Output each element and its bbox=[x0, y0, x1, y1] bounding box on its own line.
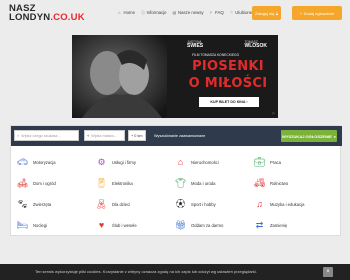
banner-title-line2: O MIŁOŚCI bbox=[188, 76, 268, 91]
category-label: Praca bbox=[270, 160, 281, 165]
category-item[interactable]: 🛋︎ Dom i ogród bbox=[17, 178, 56, 189]
search-button[interactable]: WYSZUKAJ OGŁOSZENIE ⌕ bbox=[281, 130, 337, 142]
add-listing-button[interactable]: + Dodaj ogłoszenie bbox=[292, 6, 342, 20]
site-logo[interactable]: NASZ LONDYN.CO.UK bbox=[9, 4, 85, 23]
lock-icon: 🔒︎ bbox=[275, 10, 278, 16]
briefcase-icon: 💼︎ bbox=[253, 157, 266, 167]
question-icon: ? bbox=[209, 9, 212, 15]
buy-ticket-button[interactable]: KUP BILET DO KINA › bbox=[199, 97, 259, 107]
sofa-icon: 🛋︎ bbox=[16, 178, 29, 188]
nav-favorites[interactable]: ♡ Ulubione bbox=[230, 10, 252, 15]
category-item[interactable]: 🧸︎ Dla dzieci bbox=[96, 199, 130, 210]
heart-icon: ♥ bbox=[98, 220, 105, 230]
category-label: Ślub i wesele bbox=[112, 223, 137, 228]
category-label: Zamienię bbox=[270, 223, 288, 228]
car-icon: 🚗︎ bbox=[16, 157, 29, 167]
home-icon: ⌂ bbox=[118, 9, 121, 15]
logo-line2a: LONDYN bbox=[9, 12, 51, 23]
cookie-bar: Ten serwis wykorzystuje pliki cookies. K… bbox=[0, 264, 350, 280]
nav-faq[interactable]: ? FAQ bbox=[210, 10, 224, 15]
search-input[interactable]: ⌕ Wpisz czego szukasz... bbox=[14, 130, 79, 141]
cookie-text: Ten serwis wykorzystuje pliki cookies. K… bbox=[35, 269, 257, 274]
category-label: Muzyka i edukacja bbox=[270, 202, 305, 207]
nav-info[interactable]: ⓘ Informacje bbox=[141, 10, 167, 15]
category-label: Elektronika bbox=[112, 181, 133, 186]
banner-title-line1: PIOSENKI bbox=[192, 59, 264, 74]
advanced-search-link[interactable]: Wyszukiwanie zaawansowane bbox=[154, 134, 205, 138]
category-label: Moda i uroda bbox=[191, 181, 216, 186]
cookie-close-button[interactable]: × bbox=[323, 267, 333, 277]
music-icon: ♫ bbox=[256, 199, 263, 209]
category-label: Dom i ogród bbox=[33, 181, 56, 186]
tractor-icon: 🚜︎ bbox=[253, 178, 266, 188]
radius-select[interactable]: + 0 km bbox=[128, 130, 146, 141]
shirt-icon: 👕︎ bbox=[174, 178, 187, 188]
category-label: Rolnictwo bbox=[270, 181, 289, 186]
category-item[interactable]: 🎁︎ Oddam za darmo bbox=[174, 220, 224, 231]
search-icon: ⌕ bbox=[17, 133, 20, 138]
category-label: Motoryzacja bbox=[33, 160, 56, 165]
category-item[interactable]: 🚜︎ Rolnictwo bbox=[254, 178, 288, 189]
gift-icon: 🎁︎ bbox=[174, 220, 187, 230]
ball-icon: ⚽︎ bbox=[175, 199, 185, 209]
category-item[interactable]: 🐾︎ Zwierzęta bbox=[17, 199, 51, 210]
category-label: Noclegi bbox=[33, 223, 47, 228]
category-item[interactable]: 📱︎ Elektronika bbox=[96, 178, 133, 189]
category-item[interactable]: 👕︎ Moda i uroda bbox=[174, 178, 216, 189]
film-credit: FILM TOMASZA KONECKIEGO bbox=[192, 53, 240, 57]
category-label: Oddam za darmo bbox=[191, 223, 224, 228]
category-label: Nieruchomości bbox=[191, 160, 219, 165]
search-bar: ⌕ Wpisz czego szukasz... ⌖ Wpisz miasto...… bbox=[11, 126, 342, 146]
category-item[interactable]: ♫ Muzyka i edukacja bbox=[254, 199, 304, 210]
logo-line2b: .CO.UK bbox=[50, 12, 85, 23]
login-button[interactable]: Zaloguj się 🔒︎ bbox=[252, 6, 281, 20]
news-icon: ▤ bbox=[172, 9, 177, 15]
category-label: Zwierzęta bbox=[33, 202, 52, 207]
header: NASZ LONDYN.CO.UK ⌂ Home ⓘ Informacje ▤ Nas… bbox=[0, 0, 350, 30]
banner-photo bbox=[72, 35, 167, 118]
category-item[interactable]: 🚗︎ Motoryzacja bbox=[17, 157, 56, 168]
category-item[interactable]: ⚙ Usługi i firmy bbox=[96, 157, 136, 168]
location-input[interactable]: ⌖ Wpisz miasto... bbox=[84, 130, 125, 141]
gears-icon: ⚙ bbox=[97, 157, 106, 167]
category-label: Usługi i firmy bbox=[112, 160, 136, 165]
swap-icon: ⇄ bbox=[255, 220, 264, 230]
nav-news[interactable]: ▤ Nasze newsy bbox=[173, 10, 204, 15]
category-label: Dla dzieci bbox=[112, 202, 131, 207]
teddy-icon: 🧸︎ bbox=[95, 199, 108, 209]
ad-banner[interactable]: JUSTYNA SWIES TOMASZ WLOSOK FILM TOMASZA K… bbox=[72, 35, 278, 118]
actor2-name: WLOSOK bbox=[244, 43, 268, 49]
plus-icon: + bbox=[299, 10, 303, 16]
magnifier-icon: ⌕ bbox=[333, 133, 337, 139]
category-item[interactable]: ⇄ Zamienię bbox=[254, 220, 288, 231]
bed-icon: 🛏︎ bbox=[16, 220, 29, 230]
pin-icon: ⌖ bbox=[87, 133, 90, 138]
phone-icon: 📱︎ bbox=[95, 178, 108, 188]
heart-icon: ♡ bbox=[229, 9, 234, 15]
search-panel: ⌕ Wpisz czego szukasz... ⌖ Wpisz miasto...… bbox=[10, 125, 342, 236]
category-item[interactable]: 🛏︎ Noclegi bbox=[17, 220, 47, 231]
info-icon: ⓘ bbox=[140, 9, 145, 15]
main-nav: ⌂ Home ⓘ Informacje ▤ Nasze newsy ? FAQ ♡ Ulu… bbox=[118, 10, 252, 15]
house-icon: ⌂ bbox=[177, 157, 184, 167]
category-item[interactable]: 💼︎ Praca bbox=[254, 157, 281, 168]
paw-icon: 🐾︎ bbox=[16, 199, 29, 209]
nav-home[interactable]: ⌂ Home bbox=[118, 10, 135, 15]
ad-choices-icon[interactable]: ▷ bbox=[273, 111, 275, 115]
actor1-name: SWIES bbox=[187, 43, 204, 49]
category-item[interactable]: ⚽︎ Sport i hobby bbox=[175, 199, 216, 210]
category-item[interactable]: ♥ Ślub i wesele bbox=[96, 220, 137, 231]
category-item[interactable]: ⌂ Nieruchomości bbox=[175, 157, 219, 168]
category-label: Sport i hobby bbox=[191, 202, 216, 207]
